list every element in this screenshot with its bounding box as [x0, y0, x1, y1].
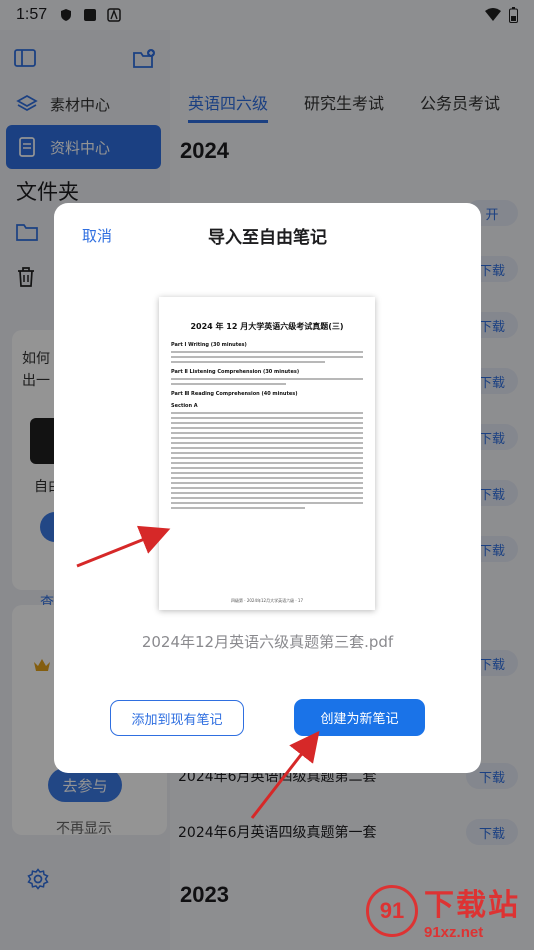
preview-text-line — [171, 432, 363, 434]
watermark-brand: 下载站 — [424, 888, 520, 923]
preview-text-line — [171, 502, 363, 504]
preview-text-line — [171, 437, 363, 439]
preview-text-line — [171, 378, 363, 380]
watermark: 91 下载站 91xz.net — [366, 880, 520, 941]
preview-text-line — [171, 417, 363, 419]
preview-text-line — [171, 462, 363, 464]
preview-text-line — [171, 361, 325, 363]
preview-part-writing: Part Ⅰ Writing (30 minutes) — [171, 342, 247, 348]
preview-text-line — [171, 472, 363, 474]
preview-text-line — [171, 427, 363, 429]
preview-text-line — [171, 492, 363, 494]
preview-part-listening: Part Ⅱ Listening Comprehension (30 minut… — [171, 369, 300, 375]
preview-text-line — [171, 452, 363, 454]
preview-text-line — [171, 497, 363, 499]
cancel-button[interactable]: 取消 — [82, 225, 112, 246]
pdf-preview: 2024 年 12 月大学英语六级考试真题(三) Part Ⅰ Writing … — [159, 297, 375, 610]
watermark-logo: 91 — [366, 884, 418, 937]
preview-text-line — [171, 351, 363, 353]
watermark-text: 下载站 91xz.net — [424, 880, 520, 941]
import-dialog: 导入至自由笔记 取消 2024 年 12 月大学英语六级考试真题(三) Part… — [54, 203, 481, 773]
preview-text-line — [171, 467, 363, 469]
preview-title: 2024 年 12 月大学英语六级考试真题(三) — [190, 322, 344, 331]
watermark-domain: 91xz.net — [424, 924, 484, 941]
preview-text-line — [171, 442, 363, 444]
add-to-existing-note-button[interactable]: 添加到现有笔记 — [110, 700, 244, 736]
preview-text-line — [171, 457, 363, 459]
preview-text-line — [171, 447, 363, 449]
preview-text-line — [171, 507, 306, 509]
preview-part-reading: Part Ⅲ Reading Comprehension (40 minutes… — [171, 391, 298, 397]
preview-text-line — [171, 422, 363, 424]
file-name: 2024年12月英语六级真题第三套.pdf — [141, 633, 394, 651]
preview-text-line — [171, 482, 363, 484]
preview-text-line — [171, 356, 363, 358]
preview-section: Section A — [171, 403, 198, 409]
preview-text-line — [171, 412, 363, 414]
preview-text-line — [171, 383, 287, 385]
preview-text-line — [171, 487, 363, 489]
create-new-note-button[interactable]: 创建为新笔记 — [294, 699, 425, 736]
dialog-title: 导入至自由笔记 — [208, 228, 327, 248]
preview-text-line — [171, 477, 363, 479]
preview-footer: 四级第 · 2024年12月大学英语六级 · 17 — [231, 598, 303, 603]
